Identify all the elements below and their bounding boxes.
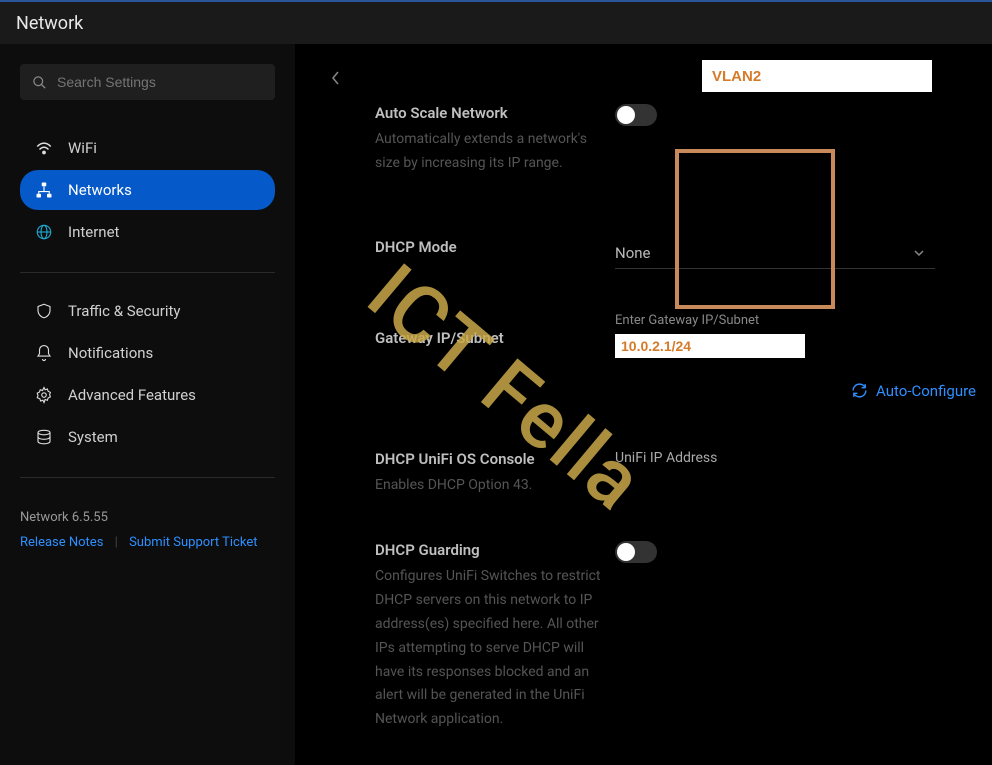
sidebar-item-label: Advanced Features	[68, 386, 196, 404]
main-panel: Auto Scale Network Automatically extends…	[295, 44, 992, 765]
internet-icon	[34, 223, 54, 241]
networks-icon	[34, 181, 54, 199]
dhcp-guarding-title: DHCP Guarding	[375, 541, 615, 559]
sidebar-item-security[interactable]: Traffic & Security	[20, 291, 275, 331]
gateway-input[interactable]	[615, 334, 805, 358]
divider	[20, 477, 275, 478]
sidebar-item-label: System	[68, 428, 118, 446]
network-name-input[interactable]	[702, 60, 932, 92]
bell-icon	[34, 344, 54, 362]
back-button[interactable]	[331, 70, 341, 90]
sidebar-item-advanced[interactable]: Advanced Features	[20, 375, 275, 415]
refresh-icon	[851, 382, 868, 399]
dhcp-guarding-toggle[interactable]	[615, 541, 657, 563]
dhcp-mode-select[interactable]: None	[615, 238, 935, 269]
titlebar: Network	[0, 0, 992, 44]
search-input[interactable]	[20, 64, 275, 100]
autoscale-desc: Automatically extends a network's size b…	[375, 128, 615, 176]
chevron-down-icon	[913, 249, 925, 257]
gateway-hint: Enter Gateway IP/Subnet	[615, 313, 982, 328]
autoconfigure-label: Auto-Configure	[876, 382, 976, 400]
search-field[interactable]	[57, 74, 263, 90]
dhcp-unifi-title: DHCP UniFi OS Console	[375, 450, 615, 468]
sidebar: WiFi Networks Internet Traffic & Securit…	[0, 44, 295, 765]
gear-icon	[34, 386, 54, 404]
dhcp-guarding-desc: Configures UniFi Switches to restrict DH…	[375, 565, 615, 732]
sidebar-item-label: Networks	[68, 181, 132, 199]
shield-icon	[34, 302, 54, 320]
sidebar-item-system[interactable]: System	[20, 417, 275, 457]
dhcp-unifi-desc: Enables DHCP Option 43.	[375, 474, 615, 498]
divider	[20, 272, 275, 273]
network-name-field[interactable]	[712, 68, 922, 85]
app-title: Network	[16, 13, 83, 34]
autoscale-toggle[interactable]	[615, 104, 657, 126]
gateway-title: Gateway IP/Subnet	[375, 329, 615, 347]
sidebar-item-label: Notifications	[68, 344, 153, 362]
version-label: Network 6.5.55	[20, 510, 275, 525]
search-icon	[32, 75, 47, 90]
dhcp-mode-value: None	[615, 244, 651, 262]
wifi-icon	[34, 139, 54, 157]
dhcp-mode-title: DHCP Mode	[375, 238, 615, 256]
sidebar-item-networks[interactable]: Networks	[20, 170, 275, 210]
sidebar-item-wifi[interactable]: WiFi	[20, 128, 275, 168]
sidebar-item-label: Internet	[68, 223, 119, 241]
autoscale-title: Auto Scale Network	[375, 104, 615, 122]
system-icon	[34, 428, 54, 446]
release-notes-link[interactable]: Release Notes	[20, 535, 103, 550]
sidebar-item-internet[interactable]: Internet	[20, 212, 275, 252]
gateway-field[interactable]	[621, 338, 799, 354]
chevron-left-icon	[331, 70, 341, 86]
submit-ticket-link[interactable]: Submit Support Ticket	[129, 535, 257, 550]
autoconfigure-button[interactable]: Auto-Configure	[615, 382, 982, 400]
unifi-ip-label: UniFi IP Address	[615, 450, 982, 466]
sidebar-item-label: Traffic & Security	[68, 302, 181, 320]
sidebar-footer: Network 6.5.55 Release Notes | Submit Su…	[20, 510, 275, 550]
sidebar-item-label: WiFi	[68, 139, 97, 157]
sidebar-item-notifications[interactable]: Notifications	[20, 333, 275, 373]
